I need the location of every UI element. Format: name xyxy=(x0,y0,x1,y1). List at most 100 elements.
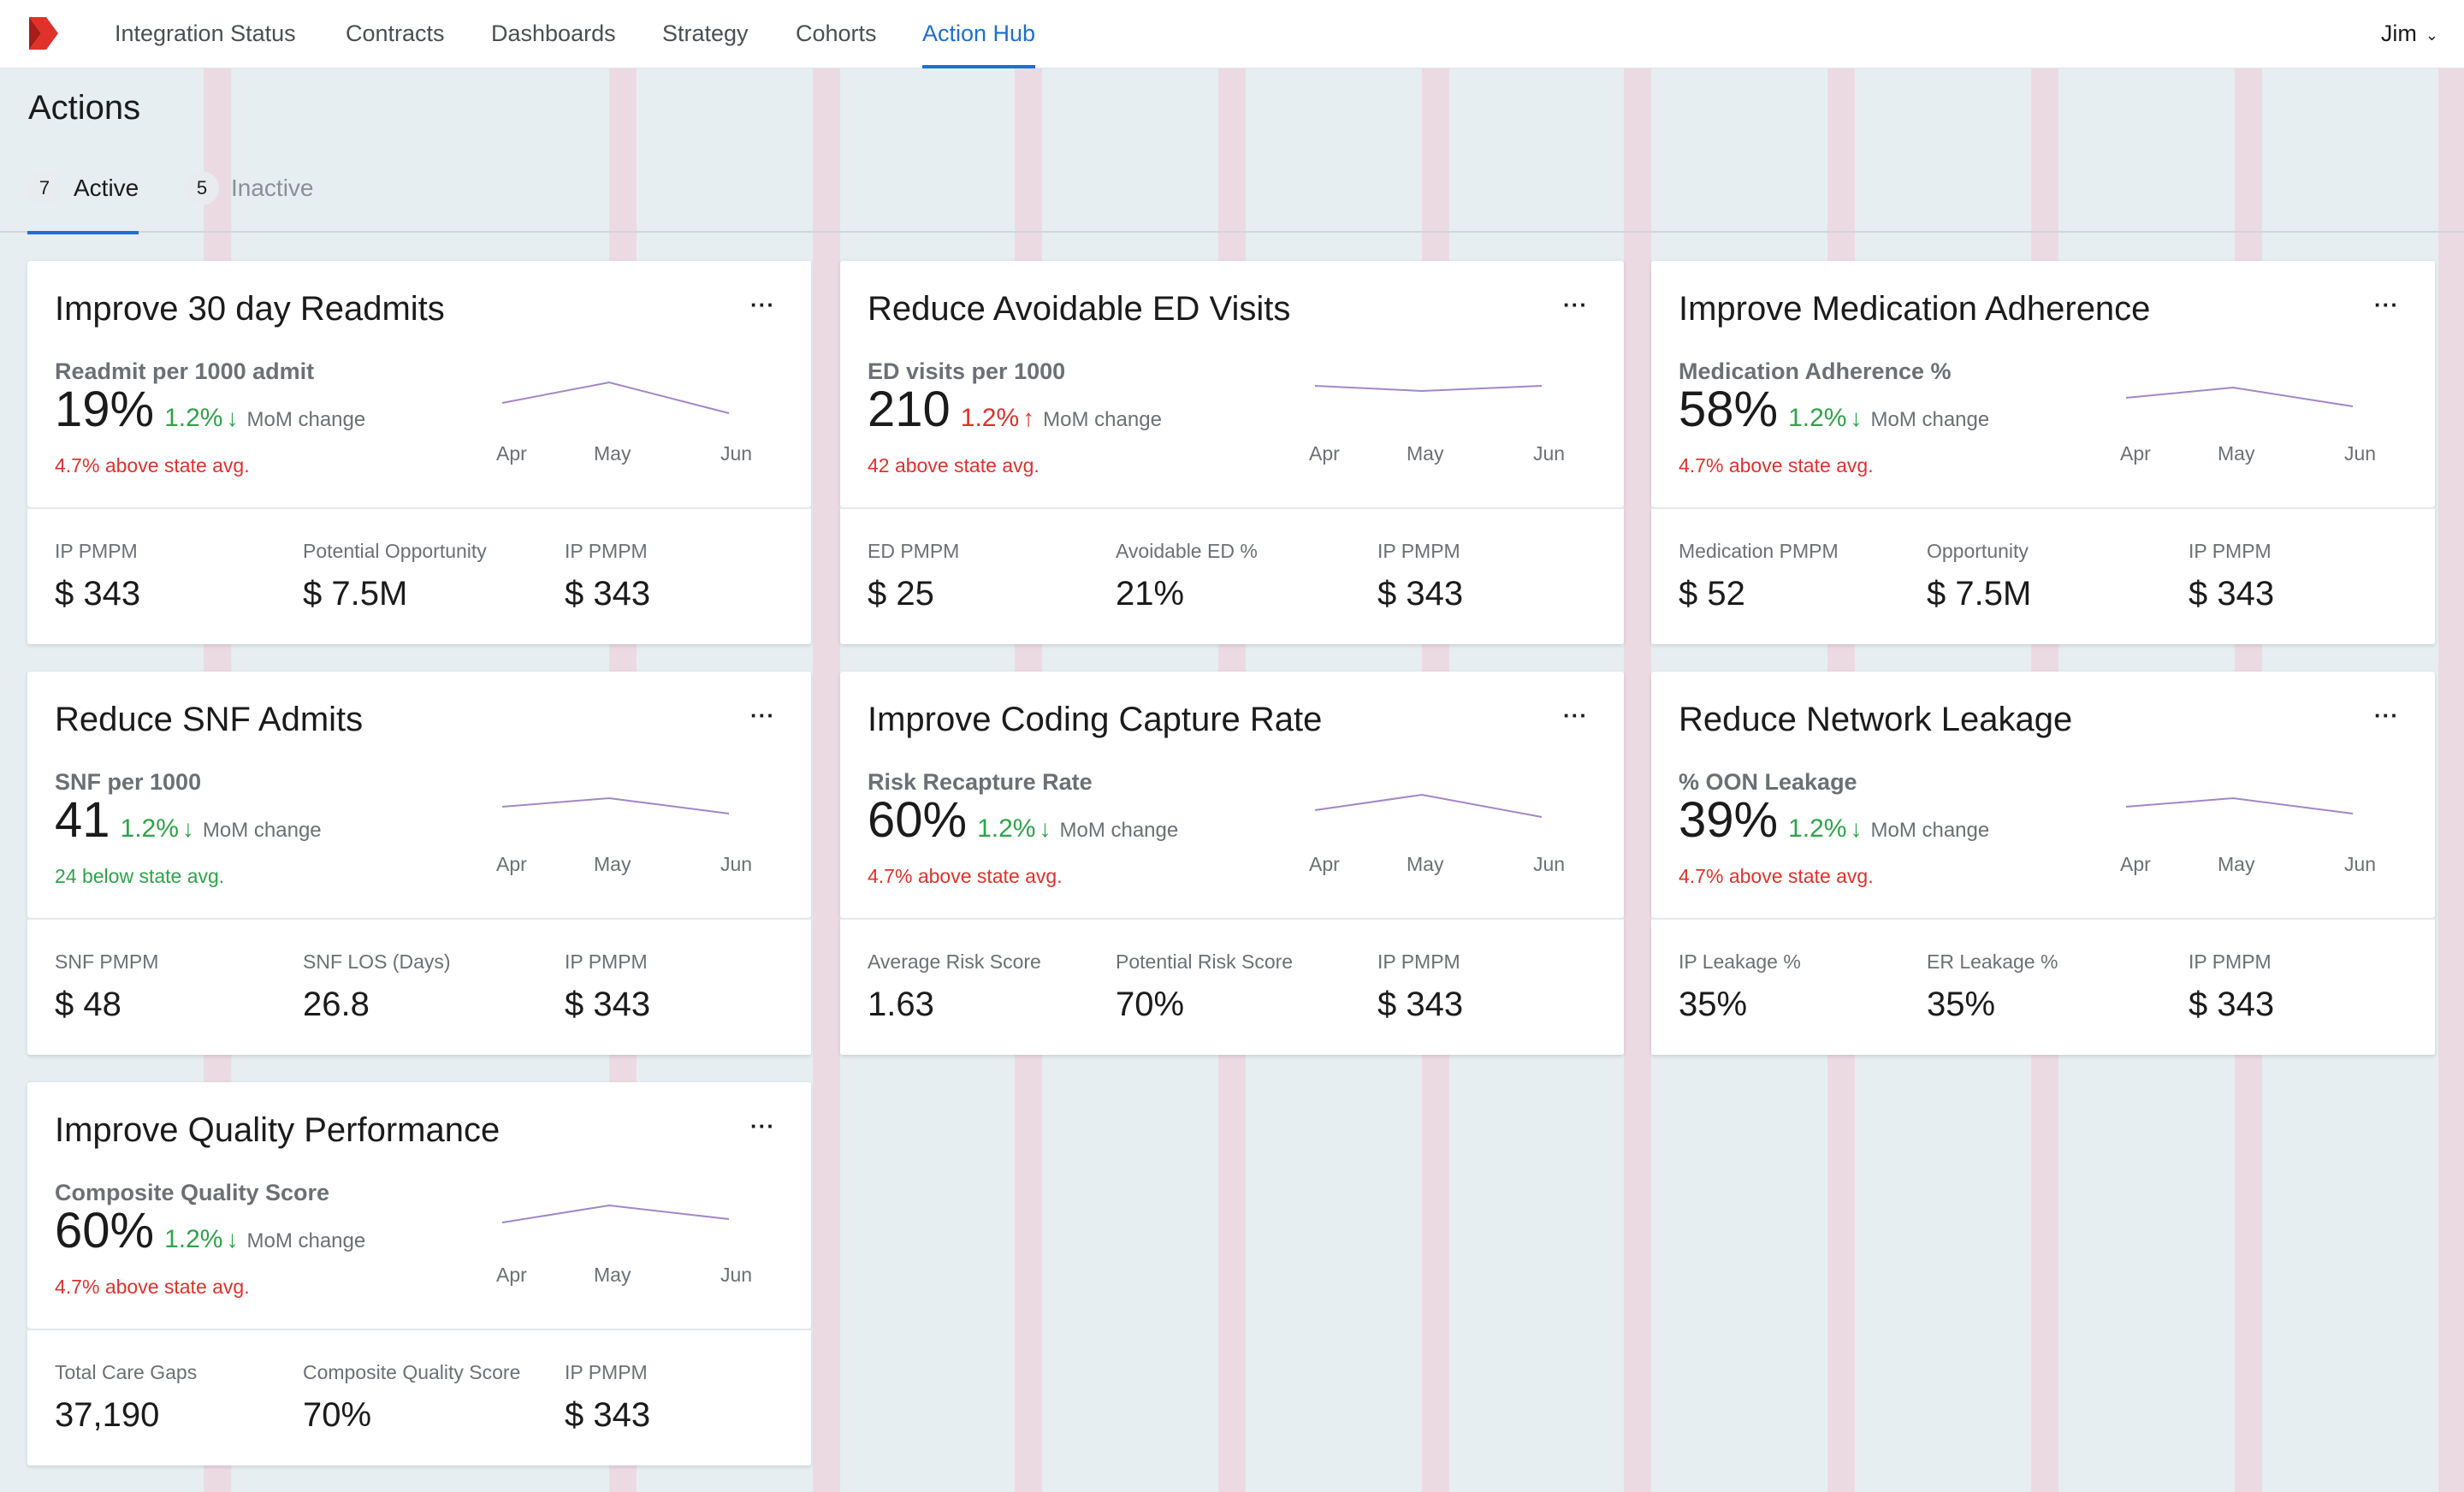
state-average: 42 above state avg. xyxy=(868,454,1040,477)
stat: IP PMPM $ 343 xyxy=(565,1361,650,1435)
sparkline-label: Jun xyxy=(720,1264,753,1286)
stat: IP PMPM $ 343 xyxy=(1377,540,1463,613)
metric-row: 58% 1.2% ↓ MoM change xyxy=(1679,381,1989,438)
nav-cohorts[interactable]: Cohorts xyxy=(796,0,877,68)
arrow-down-icon: ↓ xyxy=(1039,815,1051,842)
change-value: 1.2% xyxy=(977,814,1036,843)
sparkline-label: May xyxy=(2218,853,2255,875)
sparkline-labels: Apr May Jun xyxy=(1309,853,1565,879)
sparkline-label: May xyxy=(594,1264,631,1286)
stat-label: SNF LOS (Days) xyxy=(303,950,451,973)
stat-label: IP PMPM xyxy=(2189,540,2272,562)
sparkline-labels: Apr May Jun xyxy=(496,1264,752,1289)
action-card[interactable]: Reduce Avoidable ED Visits ··· ED visits… xyxy=(840,261,1624,644)
stat: SNF LOS (Days) 26.8 xyxy=(303,950,451,1024)
mom-label: MoM change xyxy=(246,1229,366,1252)
metric-row: 19% 1.2% ↓ MoM change xyxy=(55,381,365,438)
metric-value: 39% xyxy=(1679,792,1779,848)
tab-active[interactable]: 7 Active xyxy=(27,171,139,234)
stat: Potential Opportunity $ 7.5M xyxy=(303,540,487,613)
metric-change: 1.2% ↓ xyxy=(977,814,1051,844)
more-options-icon[interactable]: ··· xyxy=(750,1113,775,1140)
action-card[interactable]: Improve Coding Capture Rate ··· Risk Rec… xyxy=(840,672,1624,1055)
tab-active-count: 7 xyxy=(27,171,62,205)
nav-contracts[interactable]: Contracts xyxy=(346,0,445,68)
sparkline-label: Jun xyxy=(720,853,753,875)
action-card[interactable]: Improve Quality Performance ··· Composit… xyxy=(27,1082,811,1465)
sparkline-label: Apr xyxy=(496,442,527,465)
user-menu[interactable]: Jim ⌄ xyxy=(2381,0,2438,68)
stat-label: Potential Opportunity xyxy=(303,540,487,562)
stat: IP PMPM $ 343 xyxy=(1377,950,1463,1024)
nav-action-hub[interactable]: Action Hub xyxy=(922,0,1036,68)
action-card[interactable]: Improve 30 day Readmits ··· Readmit per … xyxy=(27,261,811,644)
stat-value: $ 343 xyxy=(55,575,141,613)
change-value: 1.2% xyxy=(120,814,179,843)
stat: Composite Quality Score 70% xyxy=(303,1361,520,1435)
card-title: Reduce SNF Admits xyxy=(55,701,364,738)
nav-integration-status[interactable]: Integration Status xyxy=(115,0,296,68)
stat-label: IP PMPM xyxy=(565,950,648,973)
nav-strategy[interactable]: Strategy xyxy=(662,0,749,68)
sparkline-labels: Apr May Jun xyxy=(2120,853,2376,879)
action-card[interactable]: Reduce SNF Admits ··· SNF per 1000 41 1.… xyxy=(27,672,811,1055)
stat-value: $ 48 xyxy=(55,986,121,1023)
sparkline-label: Apr xyxy=(2120,442,2151,465)
stat-label: SNF PMPM xyxy=(55,950,159,973)
sparkline-label: May xyxy=(1407,442,1444,465)
more-options-icon[interactable]: ··· xyxy=(2374,702,2399,729)
tab-inactive[interactable]: 5 Inactive xyxy=(185,171,314,231)
mom-label: MoM change xyxy=(202,819,322,842)
more-options-icon[interactable]: ··· xyxy=(1563,292,1588,318)
status-tabs: 7 Active 5 Inactive xyxy=(0,159,2464,234)
tab-inactive-label: Inactive xyxy=(231,175,314,201)
mom-label: MoM change xyxy=(1870,819,1990,842)
more-options-icon[interactable]: ··· xyxy=(750,702,775,729)
action-card[interactable]: Reduce Network Leakage ··· % OON Leakage… xyxy=(1651,672,2435,1055)
more-options-icon[interactable]: ··· xyxy=(1563,702,1588,729)
sparkline-chart xyxy=(2125,796,2354,814)
metric-row: 41 1.2% ↓ MoM change xyxy=(55,791,322,849)
sparkline-label: Apr xyxy=(1309,853,1340,875)
sparkline-label: May xyxy=(594,853,631,875)
metric-value: 41 xyxy=(55,792,110,848)
stat-value: $ 343 xyxy=(565,575,651,613)
stat: ER Leakage % 35% xyxy=(1927,950,2058,1024)
sparkline-labels: Apr May Jun xyxy=(2120,442,2376,468)
stat-value: $ 343 xyxy=(1377,575,1464,613)
state-average: 4.7% above state avg. xyxy=(868,865,1063,887)
arrow-down-icon: ↓ xyxy=(226,1226,239,1252)
stat: IP PMPM $ 343 xyxy=(2189,540,2274,613)
sparkline-labels: Apr May Jun xyxy=(1309,442,1565,468)
state-average: 4.7% above state avg. xyxy=(55,454,250,477)
sparkline-label: Apr xyxy=(496,1264,527,1286)
more-options-icon[interactable]: ··· xyxy=(2374,292,2399,318)
app-logo-icon[interactable] xyxy=(26,15,62,51)
stat-label: IP PMPM xyxy=(1377,950,1460,973)
arrow-up-icon: ↑ xyxy=(1022,405,1035,431)
sparkline-chart xyxy=(501,796,730,814)
sparkline-series xyxy=(501,1204,730,1223)
card-stats: Total Care Gaps 37,190 Composite Quality… xyxy=(27,1329,811,1465)
stat-value: 37,190 xyxy=(55,1396,160,1434)
sparkline-series xyxy=(501,796,730,814)
nav-dashboards[interactable]: Dashboards xyxy=(491,0,616,68)
card-title: Improve Medication Adherence xyxy=(1679,290,2151,328)
stat-label: IP PMPM xyxy=(565,1361,648,1383)
metric-value: 60% xyxy=(55,1203,155,1258)
action-card[interactable]: Improve Medication Adherence ··· Medicat… xyxy=(1651,261,2435,644)
stat-value: 70% xyxy=(1116,986,1185,1023)
arrow-down-icon: ↓ xyxy=(226,405,239,431)
metric-value: 210 xyxy=(868,382,951,437)
sparkline-label: May xyxy=(2218,442,2255,465)
stat-value: $ 343 xyxy=(565,986,651,1023)
sparkline-series xyxy=(501,381,730,414)
stat-value: 35% xyxy=(1679,986,1748,1023)
sparkline-label: Jun xyxy=(720,442,753,465)
sparkline-label: Apr xyxy=(496,853,527,875)
top-navigation-bar: Integration Status Contracts Dashboards … xyxy=(0,0,2464,68)
more-options-icon[interactable]: ··· xyxy=(750,292,775,318)
tab-inactive-count: 5 xyxy=(185,171,219,205)
sparkline-label: Jun xyxy=(2344,853,2377,875)
change-value: 1.2% xyxy=(1788,814,1847,843)
